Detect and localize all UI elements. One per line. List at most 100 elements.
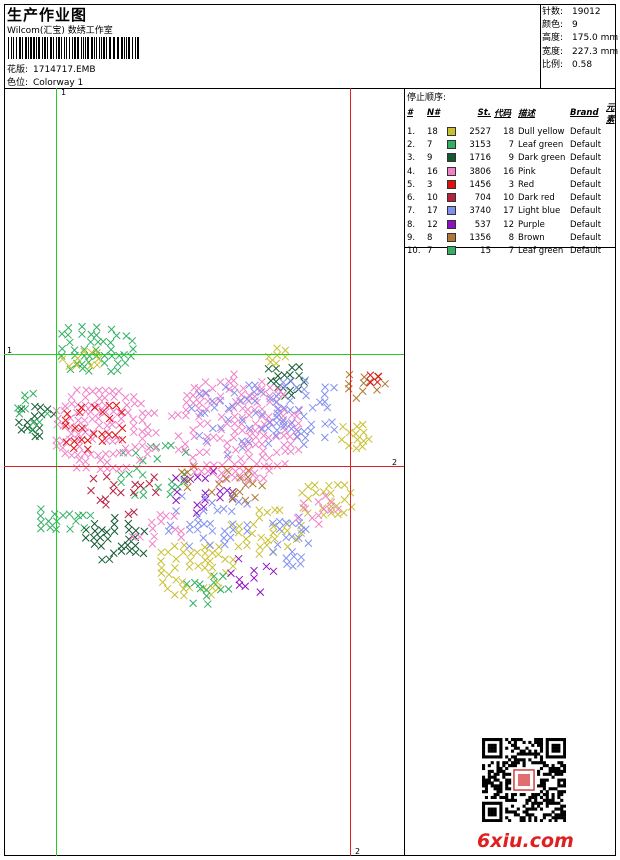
stat-width: 宽度: 227.3 mm xyxy=(542,46,619,57)
table-row[interactable]: 2. 7 3153 7 Leaf green Default xyxy=(405,138,620,151)
cell-brand: Default xyxy=(570,126,602,137)
swatch-cell xyxy=(447,178,461,191)
cell-code: 18 xyxy=(503,126,514,137)
cell-brand: Default xyxy=(570,206,602,217)
column-header xyxy=(447,101,461,125)
cell-n: 8 xyxy=(427,233,433,244)
site-logo[interactable]: 6xiu.com xyxy=(477,830,574,852)
column-header: 代码 xyxy=(494,109,512,119)
green-vertical-guide xyxy=(56,88,57,856)
swatch-cell xyxy=(447,245,461,258)
column-header: 描述 xyxy=(518,109,536,119)
cell-n: 17 xyxy=(427,206,438,217)
cell-brand: Default xyxy=(570,193,602,204)
cell-brand: Default xyxy=(570,139,602,150)
cell-st: 704 xyxy=(474,193,491,204)
cell-code: 16 xyxy=(503,166,514,177)
cell-desc: Pink xyxy=(518,166,536,177)
cell-brand: Default xyxy=(570,233,602,244)
green-horizontal-guide xyxy=(4,354,404,355)
cell-desc: Purple xyxy=(518,219,545,230)
swatch-cell xyxy=(447,152,461,165)
color-swatch xyxy=(447,206,456,216)
pattern-label: 花版: xyxy=(7,65,29,75)
cell-desc: Brown xyxy=(518,233,545,244)
cell-n: 9 xyxy=(427,153,433,164)
qr-code[interactable] xyxy=(482,738,566,822)
stat-height: 高度: 175.0 mm xyxy=(542,33,619,44)
cell-desc: Leaf green xyxy=(518,139,564,150)
green-vertical-guide-label: 1 xyxy=(61,88,67,97)
stats-divider xyxy=(540,4,541,88)
cell-n: 3 xyxy=(427,179,433,190)
swatch-cell xyxy=(447,205,461,218)
red-vertical-guide-label: 2 xyxy=(355,847,361,856)
cell-st: 3153 xyxy=(469,139,491,150)
embroidery-design-preview xyxy=(14,322,389,608)
design-stats: 针数: 19012 颜色: 9 高度: 175.0 mm 宽度: 227.3 mm 比例… xyxy=(542,6,618,72)
cell-desc: Red xyxy=(518,179,535,190)
table-row[interactable]: 7. 17 3740 17 Light blue Default xyxy=(405,205,620,218)
cell-idx: 2. xyxy=(407,139,416,150)
column-header: 元素 xyxy=(606,103,615,125)
cell-st: 537 xyxy=(474,219,491,230)
cell-brand: Default xyxy=(570,153,602,164)
table-row[interactable]: 8. 12 537 12 Purple Default xyxy=(405,218,620,231)
cell-idx: 6. xyxy=(407,193,416,204)
color-swatch xyxy=(447,193,456,203)
colorway-value: Colorway 1 xyxy=(33,78,84,88)
cell-idx: 10. xyxy=(407,246,421,257)
cell-brand: Default xyxy=(570,166,602,177)
column-header: N# xyxy=(427,108,441,118)
swatch-cell xyxy=(447,165,461,178)
cell-n: 18 xyxy=(427,126,438,137)
color-swatch xyxy=(447,126,456,136)
cell-code: 7 xyxy=(508,139,514,150)
cell-code: 9 xyxy=(508,153,514,164)
cell-n: 12 xyxy=(427,219,438,230)
table-row[interactable]: 3. 9 1716 9 Dark green Default xyxy=(405,152,620,165)
cell-n: 10 xyxy=(427,193,438,204)
table-row[interactable]: 10. 7 15 7 Leaf green Default xyxy=(405,245,620,258)
column-header: St. xyxy=(477,108,491,118)
color-swatch xyxy=(447,139,456,149)
table-row[interactable]: 9. 8 1356 8 Brown Default xyxy=(405,231,620,244)
red-horizontal-guide xyxy=(4,466,404,467)
red-vertical-guide xyxy=(350,88,351,856)
cell-desc: Dark red xyxy=(518,193,555,204)
swatch-cell xyxy=(447,218,461,231)
color-swatch xyxy=(447,233,456,243)
cell-brand: Default xyxy=(570,179,602,190)
cell-desc: Dull yellow xyxy=(518,126,565,137)
cell-st: 1456 xyxy=(469,179,491,190)
column-header: # xyxy=(407,108,413,118)
swatch-cell xyxy=(447,138,461,151)
table-row[interactable]: 1. 18 2527 18 Dull yellow Default xyxy=(405,125,620,138)
cell-n: 7 xyxy=(427,139,433,150)
barcode xyxy=(8,37,139,59)
color-swatch xyxy=(447,246,456,256)
pattern-value: 1714717.EMB xyxy=(33,65,96,75)
cell-idx: 4. xyxy=(407,166,416,177)
cell-n: 7 xyxy=(427,246,433,257)
table-row[interactable]: 5. 3 1456 3 Red Default xyxy=(405,178,620,191)
cell-brand: Default xyxy=(570,219,602,230)
swatch-cell xyxy=(447,125,461,138)
cell-code: 10 xyxy=(503,193,514,204)
cell-st: 3740 xyxy=(469,206,491,217)
red-horizontal-guide-label: 2 xyxy=(392,458,398,467)
table-row[interactable]: 6. 10 704 10 Dark red Default xyxy=(405,191,620,204)
stat-colors: 颜色: 9 xyxy=(542,20,578,31)
cell-idx: 1. xyxy=(407,126,416,137)
pattern-row: 花版: 1714717.EMB xyxy=(7,62,96,75)
column-header: Brand xyxy=(570,108,599,118)
table-header: # N# St. 代码 描述 Brand 元素 xyxy=(405,101,620,125)
color-swatch xyxy=(447,219,456,229)
cell-code: 17 xyxy=(503,206,514,217)
color-swatch xyxy=(447,166,456,176)
cell-idx: 9. xyxy=(407,233,416,244)
table-row[interactable]: 4. 16 3806 16 Pink Default xyxy=(405,165,620,178)
company-name: Wilcom(汇宝) 数绣工作室 xyxy=(7,26,113,36)
stop-sequence-table: # N# St. 代码 描述 Brand 元素 1. 18 2527 18 Dull yellow D… xyxy=(405,101,620,258)
cell-idx: 8. xyxy=(407,219,416,230)
